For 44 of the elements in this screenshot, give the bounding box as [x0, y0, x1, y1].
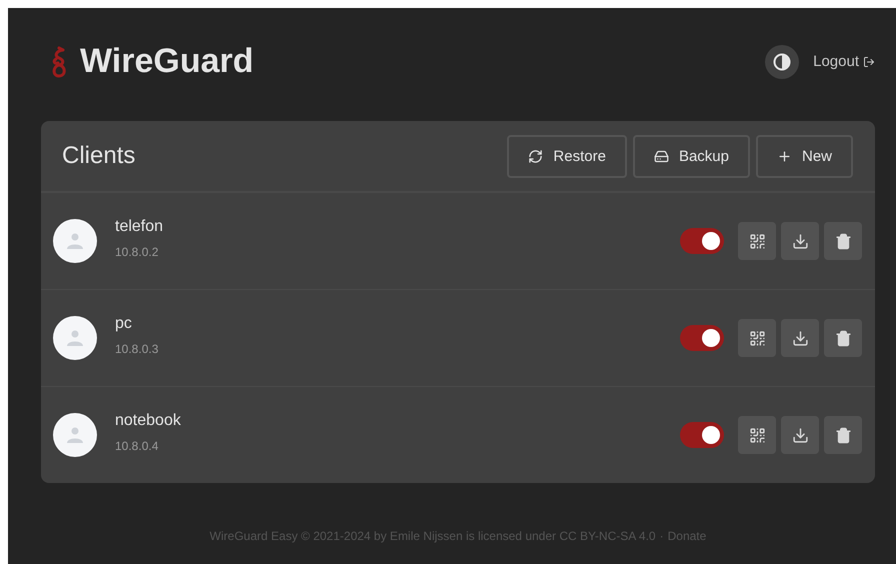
theme-toggle-button[interactable]: [765, 44, 800, 78]
logout-icon: [863, 56, 875, 68]
download-icon: [792, 426, 808, 444]
client-address: 10.8.0.2: [115, 244, 160, 258]
qr-code-button[interactable]: [738, 319, 776, 357]
delete-button[interactable]: [824, 416, 862, 454]
trash-icon: [834, 232, 852, 250]
qr-code-icon: [748, 232, 766, 250]
qr-code-icon: [748, 426, 766, 444]
enable-toggle[interactable]: [680, 422, 724, 448]
qr-code-button[interactable]: [738, 416, 776, 454]
delete-button[interactable]: [824, 319, 862, 357]
download-button[interactable]: [781, 416, 819, 454]
download-button[interactable]: [781, 319, 819, 357]
download-icon: [792, 330, 808, 346]
delete-button[interactable]: [824, 222, 862, 260]
enable-toggle[interactable]: [680, 325, 724, 351]
qr-code-icon: [748, 330, 766, 346]
app-title: WireGuard: [80, 42, 254, 81]
user-icon: [66, 329, 84, 347]
refresh-icon: [528, 148, 544, 164]
client-name: telefon: [115, 218, 164, 236]
card-title: Clients: [62, 142, 136, 170]
logout-button[interactable]: Logout: [813, 53, 875, 70]
contrast-icon: [773, 52, 792, 70]
trash-icon: [834, 330, 852, 346]
download-button[interactable]: [781, 222, 819, 260]
separator: ·: [660, 529, 664, 543]
enable-toggle[interactable]: [680, 228, 724, 254]
drive-icon: [654, 148, 669, 164]
client-address: 10.8.0.3: [115, 342, 160, 356]
logo-icon: [50, 44, 68, 78]
client-name: notebook: [115, 412, 182, 430]
plus-icon: [776, 148, 792, 164]
user-icon: [66, 426, 84, 444]
download-icon: [792, 232, 808, 250]
user-icon: [66, 232, 84, 250]
backup-button[interactable]: Backup: [632, 134, 750, 178]
qr-code-button[interactable]: [738, 222, 776, 260]
trash-icon: [834, 426, 852, 444]
client-name: pc: [115, 314, 133, 332]
new-button[interactable]: New: [756, 134, 853, 178]
restore-button[interactable]: Restore: [507, 134, 627, 178]
client-address: 10.8.0.4: [115, 438, 160, 452]
